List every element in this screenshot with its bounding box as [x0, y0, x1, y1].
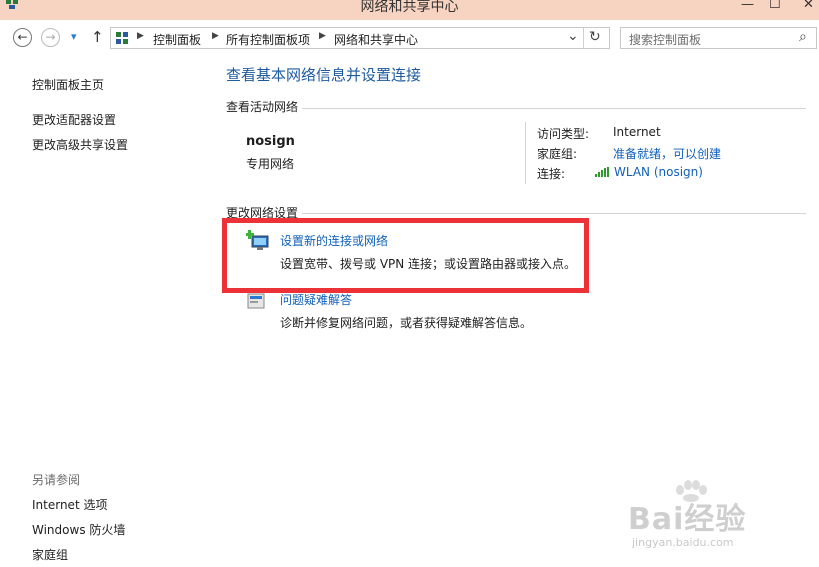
- wlan-connection-link[interactable]: WLAN (nosign): [614, 165, 703, 179]
- divider: [583, 28, 584, 48]
- troubleshoot-icon: [247, 293, 265, 309]
- breadcrumb-separator[interactable]: ▶: [137, 31, 144, 41]
- sidebar-link-home[interactable]: 控制面板主页: [32, 76, 104, 93]
- section-divider: [302, 108, 806, 109]
- vertical-divider: [525, 122, 526, 184]
- sidebar-link-sharing[interactable]: 更改高级共享设置: [32, 136, 128, 153]
- forward-button[interactable]: →: [41, 28, 60, 47]
- breadcrumb-separator[interactable]: ▶: [319, 31, 326, 41]
- wifi-signal-icon: [595, 167, 609, 177]
- close-button[interactable]: ✕: [803, 0, 814, 12]
- baidu-watermark: Bai经验 jingyan.baidu.com: [628, 480, 798, 560]
- access-type-label: 访问类型:: [537, 127, 590, 141]
- troubleshoot-link[interactable]: 问题疑难解答: [280, 291, 352, 308]
- network-type-link[interactable]: 专用网络: [246, 155, 294, 172]
- access-type-value: Internet: [613, 125, 661, 139]
- sidebar-link-adapter[interactable]: 更改适配器设置: [32, 111, 116, 128]
- search-input[interactable]: 搜索控制面板: [629, 31, 701, 48]
- title-bar: 网络和共享中心 — ☐ ✕: [0, 0, 819, 20]
- network-name: nosign: [246, 134, 295, 149]
- window-controls: — ☐ ✕: [739, 0, 819, 20]
- page-title: 查看基本网络信息并设置连接: [226, 66, 422, 84]
- breadcrumb-network-center[interactable]: 网络和共享中心: [334, 31, 418, 48]
- search-icon[interactable]: ⌕: [799, 29, 807, 45]
- address-bar[interactable]: ▶ 控制面板 ▶ 所有控制面板项 ▶ 网络和共享中心 ⌄ ↻: [110, 27, 610, 49]
- breadcrumb-separator[interactable]: ▶: [212, 31, 219, 41]
- highlight-box: [222, 218, 589, 293]
- navigation-bar: ← → ▾ ↑ ▶ 控制面板 ▶ 所有控制面板项 ▶ 网络和共享中心 ⌄ ↻ 搜…: [0, 20, 819, 58]
- watermark-url: jingyan.baidu.com: [632, 536, 734, 549]
- breadcrumb-all-items[interactable]: 所有控制面板项: [226, 31, 310, 48]
- section-divider: [302, 213, 806, 214]
- back-button[interactable]: ←: [13, 28, 32, 47]
- see-also-homegroup[interactable]: 家庭组: [32, 546, 68, 563]
- refresh-button[interactable]: ↻: [589, 29, 601, 45]
- search-box[interactable]: 搜索控制面板 ⌕: [620, 27, 817, 49]
- connections-label: 连接:: [537, 167, 566, 181]
- maximize-button[interactable]: ☐: [769, 0, 781, 12]
- address-dropdown-icon[interactable]: ⌄: [567, 28, 579, 44]
- see-also-firewall[interactable]: Windows 防火墙: [32, 521, 125, 538]
- up-button[interactable]: ↑: [91, 28, 104, 46]
- control-panel-icon: [116, 32, 128, 44]
- homegroup-link[interactable]: 准备就绪，可以创建: [613, 145, 721, 162]
- breadcrumb-control-panel[interactable]: 控制面板: [153, 31, 201, 48]
- active-networks-heading: 查看活动网络: [226, 100, 299, 114]
- troubleshoot-description: 诊断并修复网络问题，或者获得疑难解答信息。: [280, 316, 533, 330]
- window-title: 网络和共享中心: [360, 0, 459, 15]
- recent-pages-dropdown[interactable]: ▾: [71, 30, 77, 43]
- see-also-heading: 另请参阅: [32, 473, 81, 487]
- homegroup-label: 家庭组:: [537, 147, 578, 161]
- minimize-button[interactable]: —: [741, 0, 754, 12]
- watermark-brand: Bai经验: [628, 502, 747, 537]
- see-also-internet-options[interactable]: Internet 选项: [32, 496, 107, 513]
